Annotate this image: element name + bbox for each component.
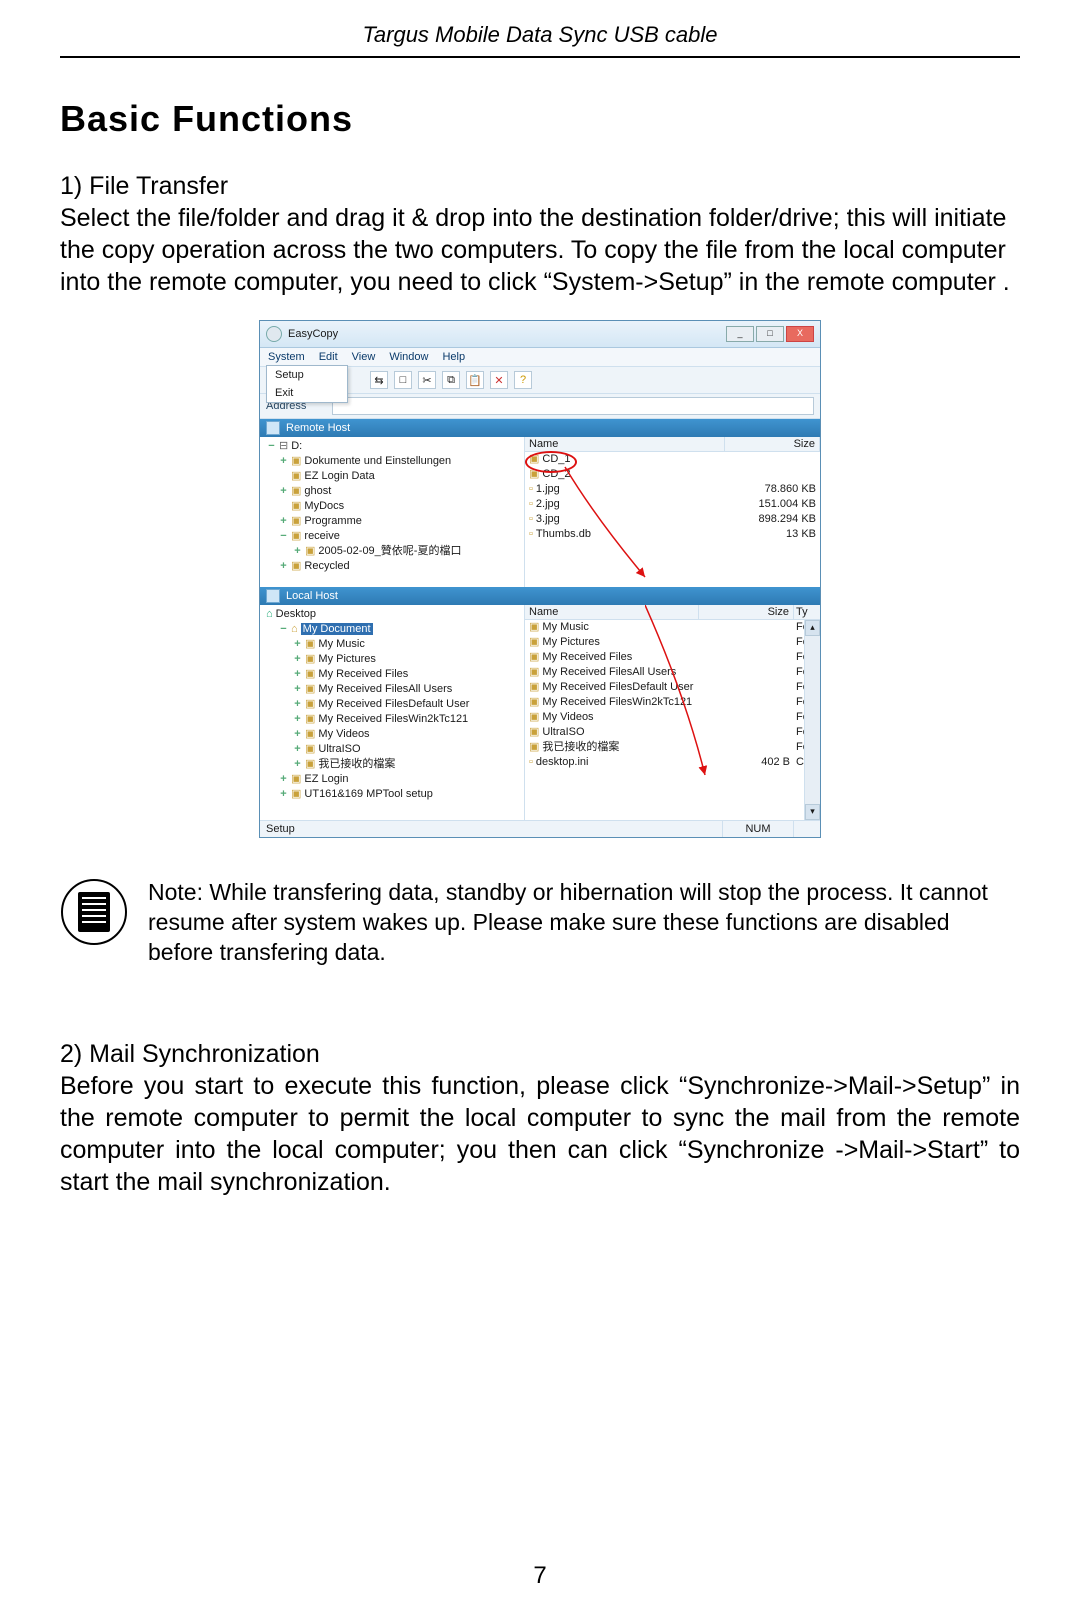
toolbar-btn-cut[interactable]: ✂ xyxy=(418,371,436,389)
easycopy-screenshot: EasyCopy _ □ X System Edit View Window H… xyxy=(259,320,821,838)
local-file-list[interactable]: Name Size Ty ▣My MusicFo▣My PicturesFo▣M… xyxy=(525,605,820,820)
page-number: 7 xyxy=(0,1562,1080,1590)
file-row[interactable]: ▣My Received FilesDefault UserFo xyxy=(525,680,820,695)
heading-basic-functions: Basic Functions xyxy=(60,98,1020,140)
local-host-icon xyxy=(266,589,280,603)
file-row[interactable]: ▫3.jpg898.294 KB xyxy=(525,512,820,527)
dropdown-exit[interactable]: Exit xyxy=(267,384,347,402)
local-pane-title: Local Host xyxy=(260,587,820,605)
toolbar-btn-paste[interactable]: 📋 xyxy=(466,371,484,389)
menu-edit[interactable]: Edit xyxy=(319,351,338,363)
tree-item[interactable]: UT161&169 MPTool setup xyxy=(304,788,432,800)
app-icon xyxy=(266,326,282,342)
menu-window[interactable]: Window xyxy=(389,351,428,363)
toolbar-btn-delete[interactable]: ✕ xyxy=(490,371,508,389)
status-num: NUM xyxy=(722,821,793,837)
local-host-label: Local Host xyxy=(286,590,338,602)
note-text: Note: While transfering data, standby or… xyxy=(148,878,1020,968)
col-name[interactable]: Name xyxy=(525,605,699,619)
system-dropdown: Setup Exit xyxy=(266,365,348,403)
titlebar: EasyCopy _ □ X xyxy=(260,321,820,348)
address-field[interactable] xyxy=(332,397,814,415)
col-name[interactable]: Name xyxy=(525,437,725,451)
status-grip xyxy=(793,821,820,837)
scroll-up[interactable]: ▴ xyxy=(805,620,820,636)
remote-drive[interactable]: D: xyxy=(291,440,302,452)
file-row[interactable]: ▣UltraISOFo xyxy=(525,725,820,740)
dropdown-setup[interactable]: Setup xyxy=(267,366,347,384)
scroll-down[interactable]: ▾ xyxy=(805,804,820,820)
file-row[interactable]: ▣CD_1 xyxy=(525,452,820,467)
tree-item[interactable]: My Music xyxy=(318,638,364,650)
local-split: ⌂Desktop −⌂My Document +▣My Music+▣My Pi… xyxy=(260,605,820,820)
local-root[interactable]: Desktop xyxy=(276,608,316,620)
file-row[interactable]: ▫2.jpg151.004 KB xyxy=(525,497,820,512)
toolbar-btn-1[interactable]: ⇆ xyxy=(370,371,388,389)
col-size[interactable]: Size xyxy=(725,437,820,451)
page-header: Targus Mobile Data Sync USB cable xyxy=(60,22,1020,48)
tree-item[interactable]: My Received FilesWin2kTc121 xyxy=(318,713,468,725)
tree-item[interactable]: Dokumente und Einstellungen xyxy=(304,455,451,467)
file-row[interactable]: ▣My VideosFo xyxy=(525,710,820,725)
tree-item[interactable]: My Received FilesDefault User xyxy=(318,698,469,710)
file-row[interactable]: ▣My MusicFo xyxy=(525,620,820,635)
file-row[interactable]: ▣My PicturesFo xyxy=(525,635,820,650)
scrollbar[interactable]: ▴ ▾ xyxy=(804,620,820,820)
file-row[interactable]: ▣我已接收的檔案Fo xyxy=(525,740,820,755)
remote-file-list[interactable]: Name Size ▣CD_1▣CD_2▫1.jpg78.860 KB▫2.jp… xyxy=(525,437,820,587)
tree-item[interactable]: Recycled xyxy=(304,560,349,572)
remote-host-label: Remote Host xyxy=(286,422,350,434)
toolbar-btn-new[interactable]: □ xyxy=(394,371,412,389)
tree-item[interactable]: 我已接收的檔案 xyxy=(318,758,395,770)
close-button[interactable]: X xyxy=(786,326,814,342)
tree-item[interactable]: Programme xyxy=(304,515,361,527)
tree-item-selected[interactable]: My Document xyxy=(301,623,373,635)
section-file-transfer-title: 1) File Transfer xyxy=(60,170,1020,202)
file-row[interactable]: ▫1.jpg78.860 KB xyxy=(525,482,820,497)
file-row[interactable]: ▣My Received FilesWin2kTc121Fo xyxy=(525,695,820,710)
tree-item[interactable]: 2005-02-09_贊依呢-夏的檔口 xyxy=(318,545,461,557)
status-left: Setup xyxy=(260,821,722,837)
tree-item[interactable]: ghost xyxy=(304,485,331,497)
local-tree[interactable]: ⌂Desktop −⌂My Document +▣My Music+▣My Pi… xyxy=(260,605,525,820)
tree-item[interactable]: UltraISO xyxy=(318,743,360,755)
section-mail-sync-title: 2) Mail Synchronization xyxy=(60,1038,1020,1070)
tree-item[interactable]: MyDocs xyxy=(304,500,344,512)
toolbar-btn-copy[interactable]: ⧉ xyxy=(442,371,460,389)
col-size[interactable]: Size xyxy=(699,605,794,619)
menu-system[interactable]: System xyxy=(268,351,305,363)
file-row[interactable]: ▣My Received FilesFo xyxy=(525,650,820,665)
file-row[interactable]: ▣CD_2 xyxy=(525,467,820,482)
tree-item[interactable]: EZ Login Data xyxy=(304,470,374,482)
remote-split: −⊟D: +▣Dokumente und Einstellungen ▣EZ L… xyxy=(260,437,820,587)
remote-host-icon xyxy=(266,421,280,435)
menu-help[interactable]: Help xyxy=(442,351,465,363)
tree-item[interactable]: receive xyxy=(304,530,339,542)
tree-item[interactable]: EZ Login xyxy=(304,773,348,785)
file-row[interactable]: ▣My Received FilesAll UsersFo xyxy=(525,665,820,680)
note-icon xyxy=(60,878,128,951)
tree-item[interactable]: My Videos xyxy=(318,728,369,740)
col-type[interactable]: Ty xyxy=(794,605,820,619)
file-row[interactable]: ▫desktop.ini402 BCo xyxy=(525,755,820,770)
toolbar-btn-help[interactable]: ? xyxy=(514,371,532,389)
section-file-transfer-body: Select the file/folder and drag it & dro… xyxy=(60,202,1020,298)
remote-tree[interactable]: −⊟D: +▣Dokumente und Einstellungen ▣EZ L… xyxy=(260,437,525,587)
tree-item[interactable]: My Received Files xyxy=(318,668,408,680)
maximize-button[interactable]: □ xyxy=(756,326,784,342)
tree-item[interactable]: My Received FilesAll Users xyxy=(318,683,452,695)
header-rule xyxy=(60,56,1020,58)
section-mail-sync-body: Before you start to execute this functio… xyxy=(60,1070,1020,1198)
window-title: EasyCopy xyxy=(288,328,726,340)
remote-pane-title: Remote Host xyxy=(260,419,820,437)
tree-item[interactable]: My Pictures xyxy=(318,653,375,665)
minimize-button[interactable]: _ xyxy=(726,326,754,342)
menu-view[interactable]: View xyxy=(352,351,376,363)
file-row[interactable]: ▫Thumbs.db13 KB xyxy=(525,527,820,542)
status-bar: Setup NUM xyxy=(260,820,820,837)
